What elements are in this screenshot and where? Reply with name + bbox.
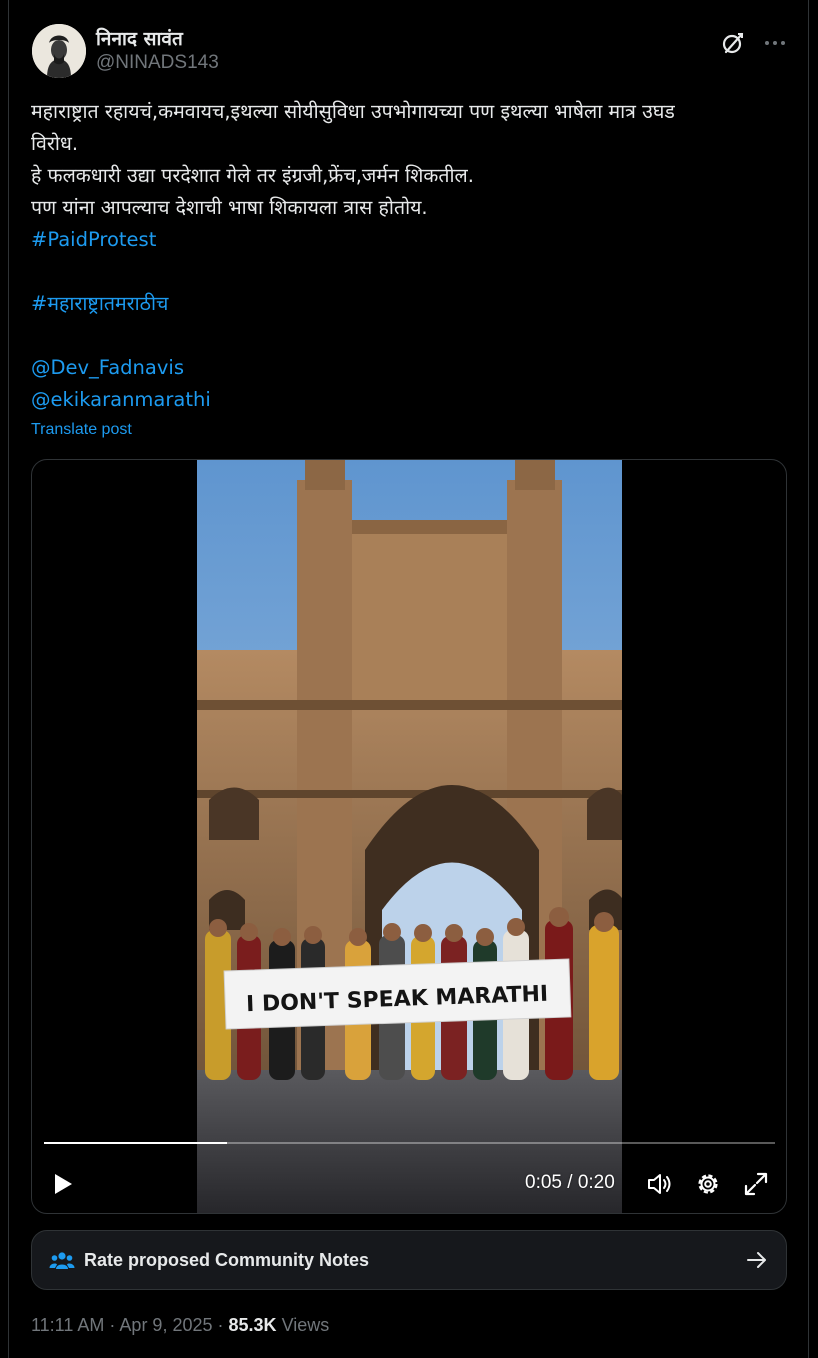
author-name[interactable]: निनाद सावंत bbox=[96, 25, 183, 51]
video-progress-fill bbox=[44, 1142, 227, 1144]
community-notes-label: Rate proposed Community Notes bbox=[84, 1250, 370, 1270]
post-time[interactable]: 11:11 AM bbox=[31, 1315, 104, 1335]
community-notes-button[interactable]: Rate proposed Community Notes bbox=[31, 1230, 787, 1290]
post-line: महाराष्ट्रात रहायचं,कमवायच,इथल्या सोयीसु… bbox=[31, 100, 675, 123]
avatar[interactable] bbox=[32, 24, 86, 78]
post-line: पण यांना आपल्याच देशाची भाषा शिकायला त्र… bbox=[31, 196, 428, 219]
post-line: विरोध. bbox=[31, 132, 79, 155]
post-line: हे फलकधारी उद्या परदेशात गेले तर इंग्रजी… bbox=[31, 164, 474, 187]
post-text: महाराष्ट्रात रहायचं,कमवायच,इथल्या सोयीसु… bbox=[31, 96, 791, 416]
video-progress-bar[interactable] bbox=[44, 1142, 775, 1144]
fullscreen-icon[interactable] bbox=[742, 1170, 770, 1198]
mention-link[interactable]: @ekikaranmarathi bbox=[31, 384, 791, 416]
video-time: 0:05 / 0:20 bbox=[525, 1172, 615, 1193]
column-border-left bbox=[8, 0, 9, 1358]
views-label: Views bbox=[281, 1315, 330, 1335]
post-date[interactable]: Apr 9, 2025 bbox=[119, 1315, 212, 1335]
arrow-right-icon bbox=[744, 1247, 770, 1273]
video-player[interactable]: I DON'T SPEAK MARATHI 0:05 / 0:20 bbox=[31, 459, 787, 1214]
translate-post-link[interactable]: Translate post bbox=[31, 421, 132, 439]
column-border-right bbox=[808, 0, 809, 1358]
settings-icon[interactable] bbox=[694, 1170, 722, 1198]
views-count: 85.3K bbox=[228, 1315, 277, 1335]
author-handle[interactable]: @NINADS143 bbox=[96, 52, 219, 74]
hashtag-link[interactable]: #महाराष्ट्रातमराठीच bbox=[31, 288, 791, 320]
play-icon[interactable] bbox=[48, 1170, 76, 1198]
grok-icon[interactable] bbox=[719, 29, 747, 57]
more-icon[interactable] bbox=[761, 29, 789, 57]
post-meta: 11:11 AM · Apr 9, 2025 · 85.3K Views bbox=[31, 1315, 330, 1335]
people-icon bbox=[48, 1247, 76, 1275]
mention-link[interactable]: @Dev_Fadnavis bbox=[31, 352, 791, 384]
volume-icon[interactable] bbox=[646, 1170, 674, 1198]
hashtag-link[interactable]: #PaidProtest bbox=[31, 224, 791, 256]
video-frame: I DON'T SPEAK MARATHI bbox=[197, 460, 622, 1213]
